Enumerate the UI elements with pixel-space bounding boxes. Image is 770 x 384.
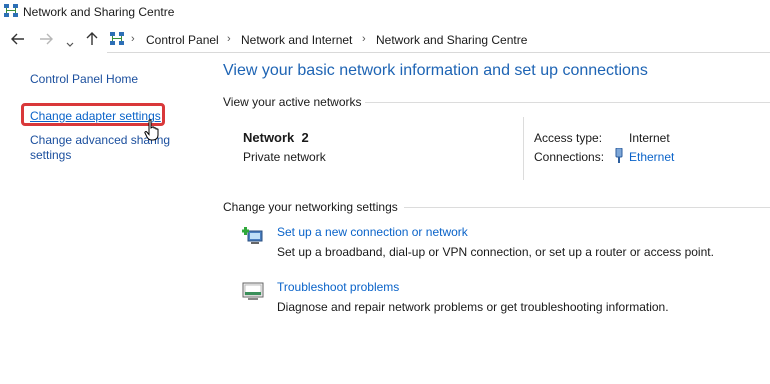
new-connection-icon [242,225,266,250]
divider [523,117,524,180]
active-networks-label: View your active networks [223,95,362,109]
troubleshoot-link[interactable]: Troubleshoot problems [277,280,399,294]
troubleshoot-icon [242,280,266,305]
hand-cursor-icon [144,119,162,144]
breadcrumb-network-internet[interactable]: Network and Internet [241,33,352,47]
ethernet-icon [614,147,624,167]
divider [404,207,770,208]
network-name: Network 2 [243,130,309,145]
troubleshoot-description: Diagnose and repair network problems or … [277,300,669,314]
breadcrumb-separator: › [227,33,231,45]
network-type: Private network [243,150,326,164]
page-title: View your basic network information and … [223,62,648,79]
window-title: Network and Sharing Centre [23,5,175,19]
breadcrumb-control-panel[interactable]: Control Panel [146,33,219,47]
chevron-down-icon[interactable] [66,37,74,51]
breadcrumb-network-sharing[interactable]: Network and Sharing Centre [376,33,527,47]
back-arrow-icon[interactable] [11,33,25,47]
breadcrumb-separator: › [131,33,135,45]
setup-connection-description: Set up a broadband, dial-up or VPN conne… [277,245,714,259]
title-network-icon [4,4,18,18]
divider [365,102,770,103]
change-settings-label: Change your networking settings [223,200,398,214]
ethernet-link[interactable]: Ethernet [629,150,674,164]
connections-label: Connections: [534,150,605,164]
breadcrumb-separator: › [362,33,366,45]
setup-connection-link[interactable]: Set up a new connection or network [277,225,468,239]
control-panel-home-link[interactable]: Control Panel Home [30,72,138,86]
change-adapter-settings-link[interactable]: Change adapter settings [30,109,161,123]
access-type-value: Internet [629,131,670,145]
forward-arrow-icon[interactable] [39,33,53,47]
up-arrow-icon[interactable] [86,32,98,49]
change-advanced-sharing-link-line2[interactable]: settings [30,148,71,162]
control-panel-icon [110,32,124,46]
access-type-label: Access type: [534,131,603,145]
